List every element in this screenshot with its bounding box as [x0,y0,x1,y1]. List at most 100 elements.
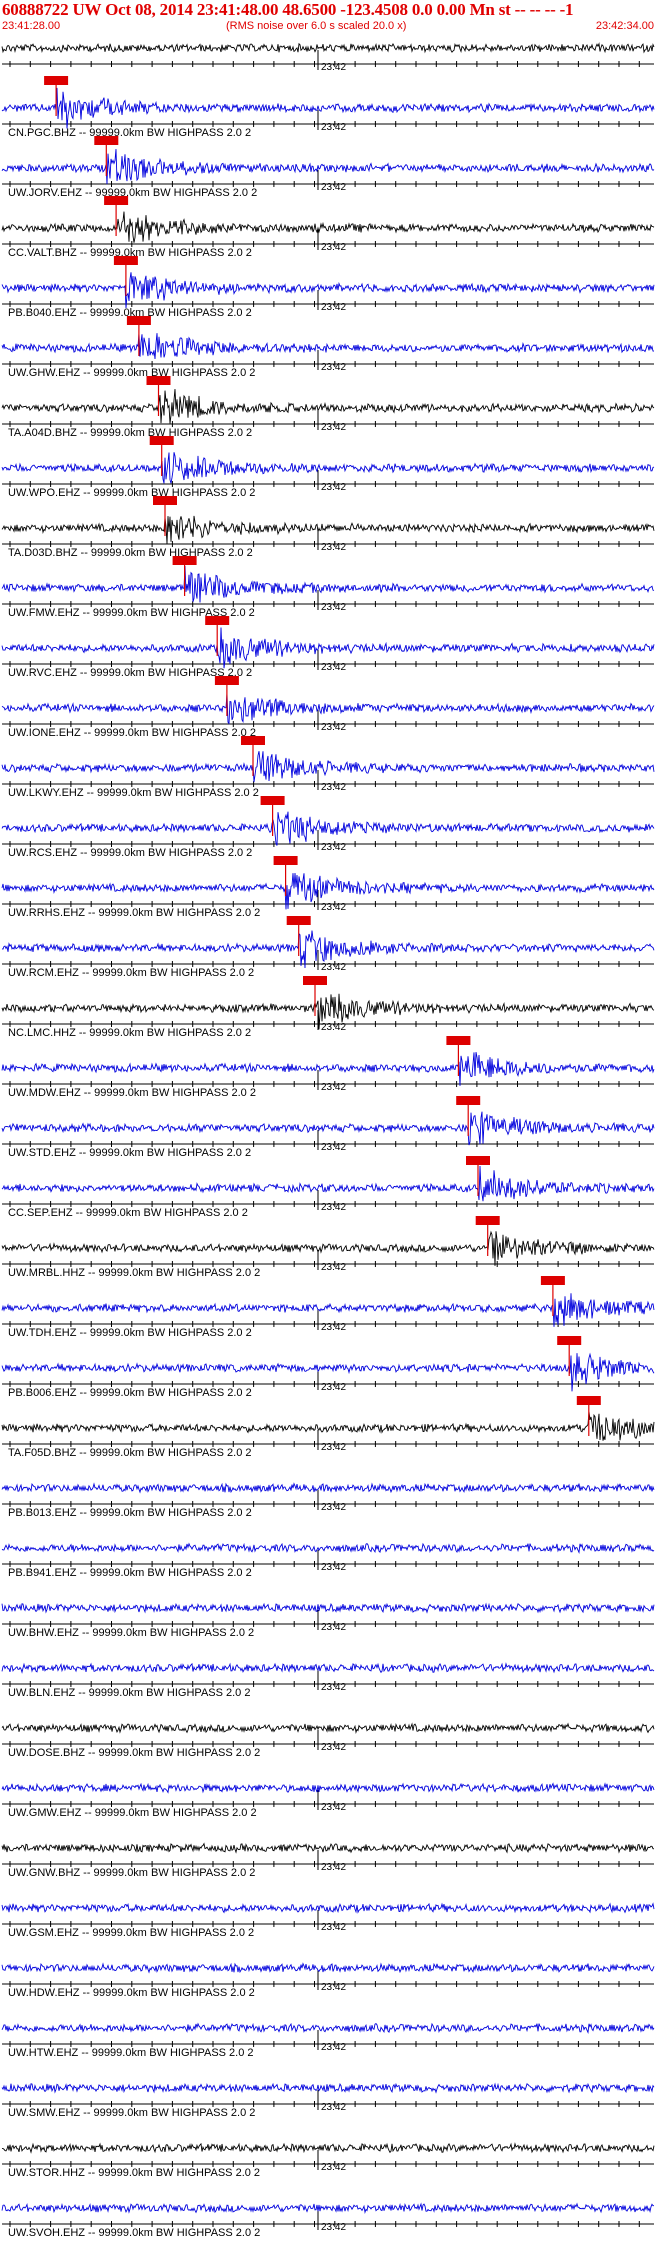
pick-marker [172,556,197,565]
trace-row: 23:42 UW.IONE.EHZ -- 99999.0km BW HIGHPAS… [1,676,655,739]
pick-marker [94,136,119,145]
waveform [1,811,655,846]
minute-label: 23:42 [321,242,346,253]
pick-marker [113,256,138,265]
station-label: UW.MDW.EHZ -- 99999.0km BW HIGHPASS 2.0 … [8,1087,256,1099]
waveform [1,2142,655,2154]
trace-row: 23:42 UW.JORV.EHZ -- 99999.0km BW HIGHPAS… [1,136,655,199]
station-label: UW.LKWY.EHZ -- 99999.0km BW HIGHPASS 2.0… [8,787,259,799]
trace-row: 23:42CC.VALT.BHZ -- 99999.0km BW HIGHPAS… [1,196,655,259]
minute-label: 23:42 [321,542,346,553]
station-label: UW.RRHS.EHZ -- 99999.0km BW HIGHPASS 2.0… [8,907,260,919]
trace-row: 23:42 PB.B941.EHZ -- 99999.0km BW HIGHPAS… [1,1542,655,1579]
station-label: UW.HTW.EHZ -- 99999.0km BW HIGHPASS 2.0 … [8,2047,254,2059]
minute-label: 23:42 [321,62,346,73]
trace-row: 23:42 UW.MDW.EHZ -- 99999.0km BW HIGHPASS… [1,1036,655,1099]
station-label: UW.BLN.EHZ -- 99999.0km BW HIGHPASS 2.0 … [8,1687,250,1699]
pick-marker [241,736,265,745]
station-label: CC.SEP.EHZ -- 99999.0km BW HIGHPASS 2.0 … [8,1207,248,1219]
trace-row: 23:42 UW.MRBL.HHZ -- 99999.0km BW HIGHPAS… [1,1216,655,1279]
seismogram-plot: 23:42 23:42 CN.PGC.BHZ -- 99999.0km BW HIG… [1,42,655,2239]
station-label: UW.STOR.HHZ -- 99999.0km BW HIGHPASS 2.0… [8,2167,260,2179]
waveform [1,1411,655,1441]
minute-label: 23:42 [321,302,346,313]
station-label: PB.B941.EHZ -- 99999.0km BW HIGHPASS 2.0… [8,1567,252,1579]
pick-marker [303,976,327,985]
waveform [1,565,655,603]
waveform [1,211,655,243]
waveform [1,42,655,54]
station-label: UW.MRBL.HHZ -- 99999.0km BW HIGHPASS 2.0… [8,1267,260,1279]
trace-row: 23:42 UW.HTW.EHZ -- 99999.0km BW HIGHPASS… [1,2022,655,2059]
waveform [1,1542,655,1555]
trace-row: 23:42 UW.RCS.EHZ -- 99999.0km BW HIGHPASS… [1,796,655,859]
pick-marker [576,1396,601,1405]
minute-label: 23:42 [321,962,346,973]
trace-row: 23:42 TA.A04D.BHZ -- 99999.0km BW HIGHPAS… [1,376,655,439]
minute-label: 23:42 [321,2162,346,2173]
pick-marker [456,1096,481,1105]
minute-label: 23:42 [321,1142,346,1153]
pick-marker [466,1156,490,1165]
waveform [1,1165,655,1202]
minute-label: 23:42 [321,1082,346,1093]
station-label: UW.RCM.EHZ -- 99999.0km BW HIGHPASS 2.0 … [8,967,254,979]
trace-row: 23:42UW.FMW.EHZ -- 99999.0km BW HIGHPASS… [1,556,655,619]
waveform [1,1662,655,1674]
minute-label: 23:42 [321,602,346,613]
waveform [1,515,655,544]
trace-row: 23:42 UW.RCM.EHZ -- 99999.0km BW HIGHPASS… [1,916,655,979]
trace-row: 23:42 PB.B013.EHZ -- 99999.0km BW HIGHPAS… [1,1482,655,1519]
station-label: UW.BHW.EHZ -- 99999.0km BW HIGHPASS 2.0 … [8,1627,254,1639]
waveform [1,2082,655,2094]
pick-marker [286,916,311,925]
pick-marker [149,436,174,445]
trace-row: 23:42 UW.STOR.HHZ -- 99999.0km BW HIGHPAS… [1,2142,655,2179]
pick-marker [446,1036,471,1045]
trace-row: 23:42 CC.SEP.EHZ -- 99999.0km BW HIGHPASS… [1,1156,655,1219]
station-label: UW.STD.EHZ -- 99999.0km BW HIGHPASS 2.0 … [8,1147,251,1159]
minute-label: 23:42 [321,1982,346,1993]
pick-marker [126,316,151,325]
station-label: CN.PGC.BHZ -- 99999.0km BW HIGHPASS 2.0 … [8,127,251,139]
minute-label: 23:42 [321,842,346,853]
minute-label: 23:42 [321,1022,346,1033]
minute-label: 23:42 [321,722,346,733]
waveform [1,1602,655,1614]
pick-marker [273,856,298,865]
minute-label: 23:42 [321,1442,346,1453]
trace-row: 23:42 UW.GHW.EHZ -- 99999.0km BW HIGHPASS… [1,316,654,379]
trace-row: 23:42 UW.BLN.EHZ -- 99999.0km BW HIGHPASS… [1,1662,655,1699]
minute-label: 23:42 [321,1562,346,1573]
waveform [1,2202,654,2214]
minute-label: 23:42 [321,1802,346,1813]
trace-row: 23:42 PB.B006.EHZ -- 99999.0km BW HIGHPAS… [1,1336,655,1399]
pick-marker [44,76,69,85]
waveform [1,1052,655,1086]
minute-label: 23:42 [321,482,346,493]
minute-label: 23:42 [321,422,346,433]
station-label: UW.RCS.EHZ -- 99999.0km BW HIGHPASS 2.0 … [8,847,252,859]
station-label: UW.HDW.EHZ -- 99999.0km BW HIGHPASS 2.0 … [8,1987,255,1999]
waveform [1,692,655,725]
trace-row: 23:42 CN.PGC.BHZ -- 99999.0km BW HIGHPASS… [1,76,655,139]
minute-label: 23:42 [321,182,346,193]
pick-marker [475,1216,500,1225]
pick-marker [540,1276,565,1285]
minute-label: 23:42 [321,122,346,133]
waveform [1,1962,655,1974]
trace-row: 23:42 UW.SVOH.EHZ -- 99999.0km BW HIGHPAS… [1,2202,654,2239]
trace-row: 23:42UW.RVC.EHZ -- 99999.0km BW HIGHPASS… [1,616,655,679]
trace-row: 23:42 UW.WPO.EHZ -- 99999.0km BW HIGHPASS… [1,436,655,499]
pick-marker [153,496,177,505]
minute-label: 23:42 [321,362,346,373]
trace-row: 23:42 [1,42,655,73]
waveform [1,1722,655,1734]
waveform [1,2022,655,2035]
station-label: PB.B013.EHZ -- 99999.0km BW HIGHPASS 2.0… [8,1507,252,1519]
waveform [1,1842,655,1854]
minute-label: 23:42 [321,2222,346,2233]
trace-row: 23:42 UW.SMW.EHZ -- 99999.0km BW HIGHPASS… [1,2082,655,2119]
station-label: TA.D03D.BHZ -- 99999.0km BW HIGHPASS 2.0… [8,547,253,559]
waveform [1,1782,655,1794]
